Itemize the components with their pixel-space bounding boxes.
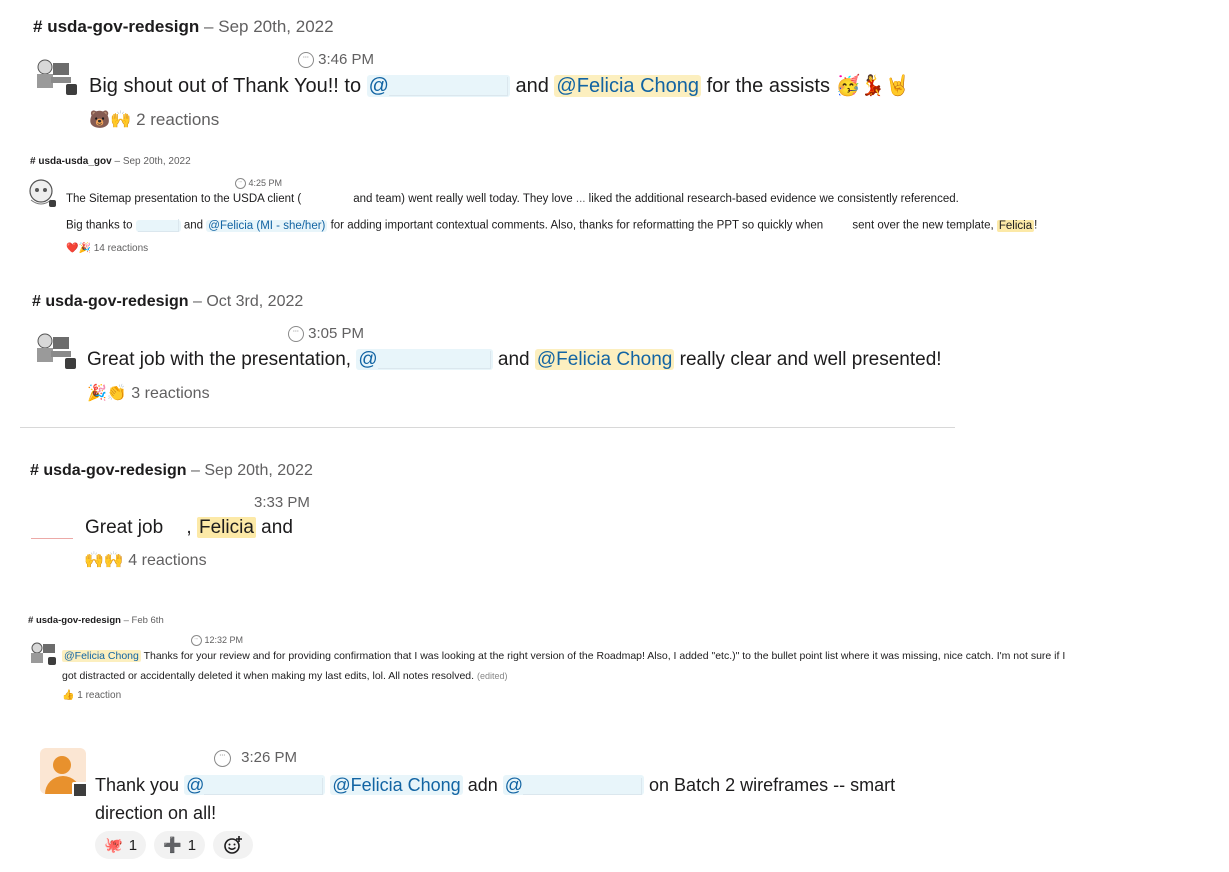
presence-indicator	[48, 657, 56, 665]
reaction-chip[interactable]: ➕ 1	[154, 831, 206, 859]
header-separator: –	[123, 615, 129, 626]
user-mention-felicia[interactable]: @Felicia Chong	[330, 775, 463, 795]
reaction-emoji: 🐙	[104, 837, 123, 854]
thread-icon[interactable]	[214, 749, 231, 767]
reaction-emojis: 🙌🙌	[84, 552, 124, 569]
thread-icon[interactable]	[288, 326, 304, 343]
message-time[interactable]: 4:25 PM	[235, 178, 282, 190]
user-mention-redacted[interactable]	[135, 219, 181, 232]
reactions-row[interactable]: 🙌🙌 4 reactions	[84, 550, 207, 570]
message-text-line1: The Sitemap presentation to the USDA cli…	[66, 193, 959, 205]
msg2-header: # usda-usda_gov – Sep 20th, 2022	[30, 156, 191, 167]
reaction-emoji: ➕	[163, 837, 182, 854]
channel-hash: #	[32, 293, 41, 310]
header-date[interactable]: Feb 6th	[132, 615, 164, 626]
user-mention-redacted[interactable]: @	[366, 75, 510, 97]
channel-name[interactable]: usda-gov-redesign	[47, 17, 199, 36]
reaction-emojis: 🎉👏	[87, 385, 127, 402]
msg3-header: # usda-gov-redesign – Oct 3rd, 2022	[32, 293, 303, 311]
thread-icon[interactable]	[191, 635, 202, 647]
reactions-row[interactable]: 🎉👏 3 reactions	[87, 383, 210, 403]
user-mention-felicia[interactable]: @Felicia Chong	[534, 349, 675, 370]
reaction-count: 4 reactions	[128, 552, 207, 569]
channel-hash: #	[30, 462, 39, 479]
presence-indicator	[65, 358, 76, 369]
channel-name[interactable]: usda-gov-redesign	[36, 615, 121, 626]
reaction-chips: 🐙 1 ➕ 1	[95, 831, 261, 859]
message-text-line1: @Felicia Chong Thanks for your review an…	[62, 650, 1066, 662]
reaction-emojis: ❤️🎉	[66, 243, 91, 254]
presence-indicator	[66, 84, 77, 95]
header-separator: –	[204, 17, 214, 36]
reaction-count: 3 reactions	[131, 385, 210, 402]
channel-name[interactable]: usda-gov-redesign	[43, 462, 186, 479]
header-date[interactable]: Sep 20th, 2022	[123, 156, 191, 167]
channel-hash: #	[30, 156, 36, 167]
thread-icon[interactable]	[298, 52, 314, 69]
presence-indicator	[49, 200, 56, 207]
reactions-row[interactable]: 🐻🙌 2 reactions	[89, 110, 219, 130]
message-text: Great job with the presentation, @ and @…	[87, 349, 942, 370]
header-date[interactable]: Sep 20th, 2022	[204, 462, 313, 479]
message-time[interactable]: 3:05 PM	[288, 325, 364, 343]
message-time[interactable]: 3:46 PM	[298, 51, 374, 69]
avatar[interactable]	[27, 178, 59, 208]
user-mention-felicia[interactable]: @Felicia (MI - she/her)	[206, 219, 328, 232]
header-date[interactable]: Oct 3rd, 2022	[206, 293, 303, 310]
avatar[interactable]	[33, 331, 76, 369]
msg1-header: # usda-gov-redesign – Sep 20th, 2022	[33, 17, 334, 37]
add-reaction-icon	[224, 836, 243, 854]
message-text: Great job , Felicia and	[85, 517, 293, 538]
avatar[interactable]	[28, 640, 58, 666]
user-mention-redacted[interactable]: @	[502, 775, 645, 795]
highlighted-name: Felicia	[197, 517, 256, 538]
header-date[interactable]: Sep 20th, 2022	[218, 17, 333, 36]
header-separator: –	[192, 293, 202, 310]
avatar-placeholder-line	[31, 538, 73, 539]
channel-name[interactable]: usda-gov-redesign	[45, 293, 188, 310]
reaction-count: 1 reaction	[77, 690, 122, 701]
highlighted-name: Felicia	[996, 219, 1035, 232]
message-text-line2: got distracted or accidentally deleted i…	[62, 670, 508, 682]
edited-label: (edited)	[476, 671, 508, 681]
header-separator: –	[114, 156, 121, 167]
reactions-row[interactable]: 👍 1 reaction	[62, 690, 121, 701]
message-text-line2: direction on all!	[95, 803, 217, 823]
channel-hash: #	[33, 17, 43, 36]
avatar-head	[53, 756, 71, 774]
message-text: Big shout out of Thank You!! to @ and @F…	[89, 75, 911, 97]
user-mention-redacted[interactable]: @	[356, 349, 493, 370]
msg5-header: # usda-gov-redesign – Feb 6th	[28, 615, 164, 626]
reaction-chip[interactable]: 🐙 1	[95, 831, 147, 859]
reactions-row[interactable]: ❤️🎉 14 reactions	[66, 243, 148, 254]
message-time[interactable]: 3:26 PM	[214, 749, 297, 767]
emoji-group: 🥳💃🤘	[835, 75, 911, 97]
message-time[interactable]: 12:32 PM	[191, 635, 243, 647]
channel-name[interactable]: usda-usda_gov	[38, 156, 111, 167]
reaction-chip-count: 1	[128, 836, 138, 854]
reaction-count: 14 reactions	[93, 243, 149, 254]
message-time[interactable]: 3:33 PM	[254, 494, 310, 511]
message-text-line2: Big thanks to and @Felicia (MI - she/her…	[66, 219, 1038, 232]
reaction-emojis: 👍	[62, 690, 75, 701]
user-mention-felicia[interactable]: @Felicia Chong	[554, 75, 702, 97]
reaction-chip-count: 1	[187, 836, 197, 854]
user-mention-felicia[interactable]: @Felicia Chong	[62, 650, 141, 662]
reaction-emojis: 🐻🙌	[89, 110, 132, 129]
channel-hash: #	[28, 615, 34, 626]
add-reaction-button[interactable]	[213, 831, 254, 859]
thread-icon[interactable]	[235, 178, 246, 190]
user-mention-redacted[interactable]: @	[184, 775, 326, 795]
avatar[interactable]	[40, 748, 88, 798]
presence-indicator	[72, 782, 88, 798]
reaction-count: 2 reactions	[136, 110, 220, 129]
section-divider	[20, 427, 955, 428]
avatar[interactable]	[33, 57, 77, 95]
msg4-header: # usda-gov-redesign – Sep 20th, 2022	[30, 462, 313, 480]
message-text-line1: Thank you @ @Felicia Chong adn @ on Batc…	[95, 775, 896, 795]
header-separator: –	[190, 462, 200, 479]
